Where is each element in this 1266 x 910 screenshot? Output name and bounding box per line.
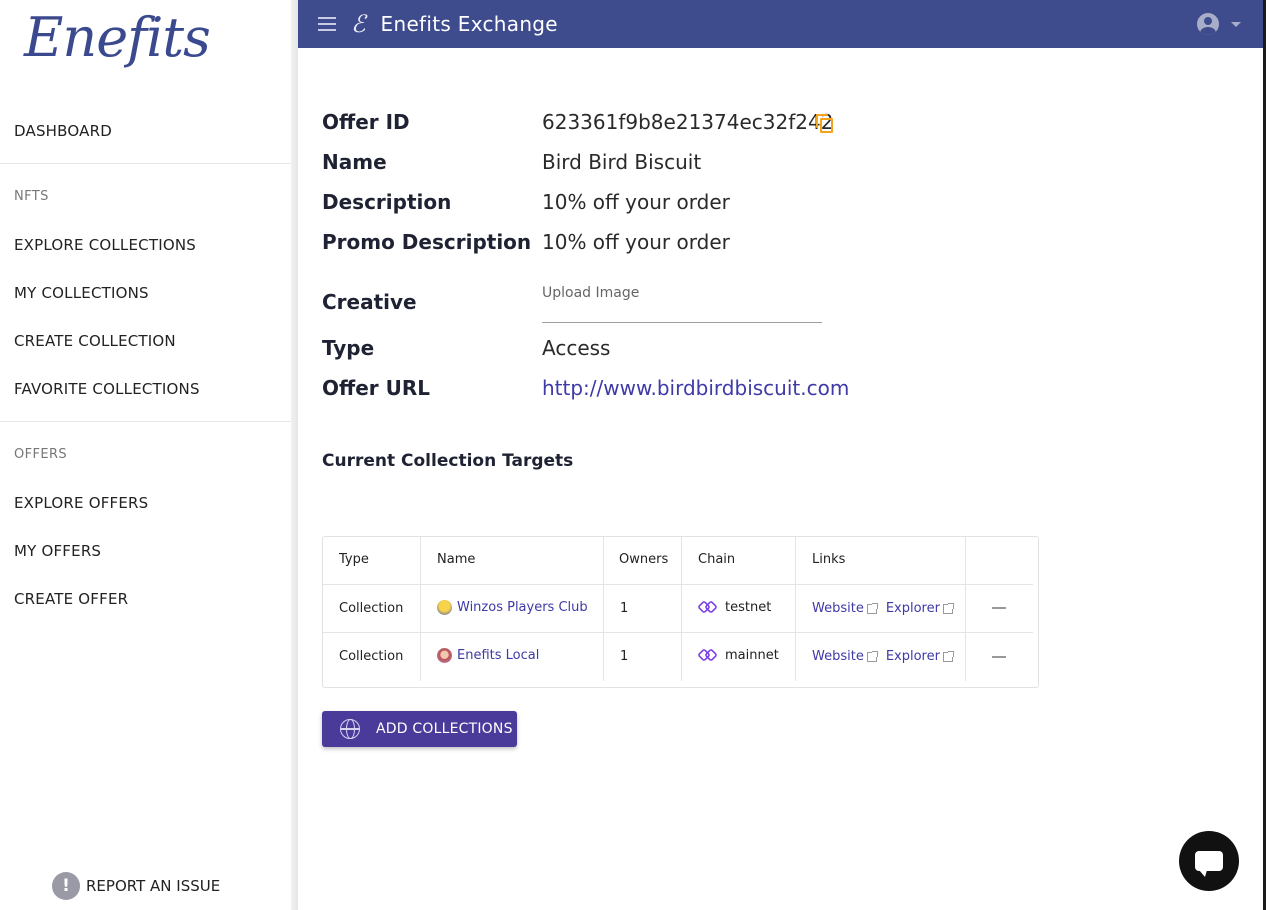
app-title: Enefits Exchange: [380, 12, 558, 36]
type-value: Access: [542, 336, 611, 360]
row-1-chain-cell: testnet: [697, 599, 772, 615]
nav-explore-collections[interactable]: EXPLORE COLLECTIONS: [14, 236, 196, 254]
alert-icon: !: [52, 872, 80, 900]
column-divider: [795, 537, 796, 681]
collection-link[interactable]: Winzos Players Club: [457, 600, 588, 615]
chain-name: mainnet: [725, 648, 779, 663]
remove-icon[interactable]: [992, 607, 1006, 609]
brand-icon: ℰ: [351, 10, 366, 38]
row-1-remove: [992, 607, 1006, 609]
chain-name: testnet: [725, 600, 772, 615]
row-2-owners: 1: [620, 649, 629, 664]
report-issue-button[interactable]: ! REPORT AN ISSUE: [52, 872, 220, 900]
row-1-links: Website Explorer: [812, 601, 954, 616]
row-2-name-cell: Enefits Local: [437, 648, 539, 663]
column-divider: [965, 537, 966, 681]
row-1-name-cell: Winzos Players Club: [437, 600, 588, 615]
upload-image-field[interactable]: Upload Image: [542, 285, 822, 323]
column-divider: [420, 537, 421, 681]
nav-create-offer[interactable]: CREATE OFFER: [14, 590, 128, 608]
nav-dashboard[interactable]: DASHBOARD: [14, 122, 112, 140]
add-collections-label: ADD COLLECTIONS: [376, 721, 513, 737]
row-divider: [323, 584, 1033, 585]
description-value: 10% off your order: [542, 190, 730, 214]
website-link[interactable]: Website: [812, 649, 864, 664]
account-menu-button[interactable]: [1197, 13, 1241, 35]
offer-id-label: Offer ID: [322, 110, 410, 134]
column-header-type: Type: [339, 552, 369, 567]
enefits-logo[interactable]: Enefits: [24, 6, 211, 69]
external-link-icon: [942, 602, 954, 614]
row-2-remove: [992, 656, 1006, 658]
row-1-type: Collection: [339, 601, 404, 616]
offer-id-value: 623361f9b8e21374ec32f242: [542, 110, 834, 134]
polygon-chain-icon: [697, 599, 718, 615]
offer-url-label: Offer URL: [322, 376, 430, 400]
account-icon: [1197, 13, 1219, 35]
app-bar: ℰ Enefits Exchange: [298, 0, 1263, 48]
website-link[interactable]: Website: [812, 601, 864, 616]
row-divider: [323, 632, 1033, 633]
report-issue-label: REPORT AN ISSUE: [86, 877, 221, 895]
column-header-name: Name: [437, 552, 476, 567]
menu-icon[interactable]: [318, 17, 336, 31]
nav-create-collection[interactable]: CREATE COLLECTION: [14, 332, 176, 350]
row-1-owners: 1: [620, 601, 629, 616]
column-divider: [681, 537, 682, 681]
nav-section-offers: OFFERS: [14, 447, 68, 462]
description-label: Description: [322, 190, 452, 214]
polygon-chain-icon: [697, 647, 718, 663]
collection-targets-table: Type Name Owners Chain Links Collection …: [322, 536, 1039, 688]
external-link-icon: [866, 650, 878, 662]
external-link-icon: [942, 650, 954, 662]
remove-icon[interactable]: [992, 656, 1006, 658]
collection-avatar: [437, 648, 452, 663]
promo-description-value: 10% off your order: [542, 230, 730, 254]
column-header-owners: Owners: [619, 552, 669, 567]
creative-label: Creative: [322, 290, 417, 314]
add-collections-button[interactable]: ADD COLLECTIONS: [322, 711, 517, 747]
nav-divider: [0, 421, 291, 422]
chat-button[interactable]: [1179, 831, 1239, 891]
nav-divider: [0, 163, 291, 164]
offer-url-link[interactable]: http://www.birdbirdbiscuit.com: [542, 376, 849, 400]
sidebar-shadow: [291, 0, 298, 910]
globe-icon: [340, 719, 360, 739]
nav-my-offers[interactable]: MY OFFERS: [14, 542, 101, 560]
row-2-links: Website Explorer: [812, 649, 954, 664]
collection-link[interactable]: Enefits Local: [457, 648, 539, 663]
copy-icon[interactable]: [816, 114, 834, 134]
caret-down-icon: [1231, 21, 1241, 27]
type-label: Type: [322, 336, 375, 360]
name-value: Bird Bird Biscuit: [542, 150, 702, 174]
row-2-chain-cell: mainnet: [697, 647, 779, 663]
nav-my-collections[interactable]: MY COLLECTIONS: [14, 284, 149, 302]
collection-avatar: [437, 600, 452, 615]
sidebar: Enefits DASHBOARD NFTS EXPLORE COLLECTIO…: [0, 0, 291, 910]
promo-description-label: Promo Description: [322, 230, 532, 254]
name-label: Name: [322, 150, 387, 174]
column-header-links: Links: [812, 552, 846, 567]
explorer-link[interactable]: Explorer: [886, 601, 940, 616]
nav-favorite-collections[interactable]: FAVORITE COLLECTIONS: [14, 380, 200, 398]
explorer-link[interactable]: Explorer: [886, 649, 940, 664]
column-divider: [603, 537, 604, 681]
collection-targets-title: Current Collection Targets: [322, 451, 574, 471]
row-2-type: Collection: [339, 649, 404, 664]
nav-section-nfts: NFTS: [14, 189, 49, 204]
chat-icon: [1195, 851, 1223, 877]
nav-explore-offers[interactable]: EXPLORE OFFERS: [14, 494, 148, 512]
external-link-icon: [866, 602, 878, 614]
column-header-chain: Chain: [698, 552, 736, 567]
